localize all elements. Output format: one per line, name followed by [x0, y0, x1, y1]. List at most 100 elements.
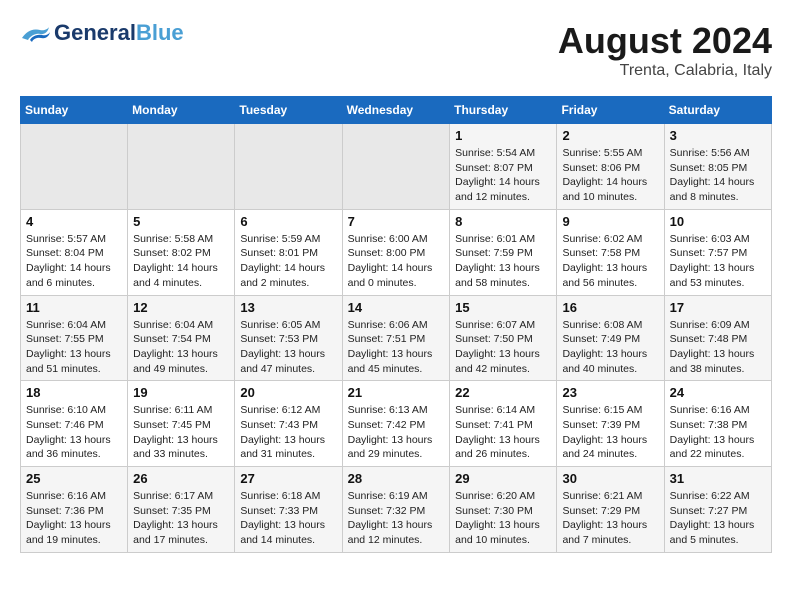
day-info: Sunrise: 6:22 AM Sunset: 7:27 PM Dayligh… [670, 489, 766, 548]
calendar-week-1: 1 Sunrise: 5:54 AM Sunset: 8:07 PM Daylig… [21, 124, 772, 210]
day-info: Sunrise: 5:54 AM Sunset: 8:07 PM Dayligh… [455, 146, 551, 205]
day-number: 13 [240, 300, 336, 315]
weekday-header-row: Sunday Monday Tuesday Wednesday Thursday… [21, 97, 772, 124]
table-row: 9 Sunrise: 6:02 AM Sunset: 7:58 PM Daylig… [557, 209, 664, 295]
calendar-week-2: 4 Sunrise: 5:57 AM Sunset: 8:04 PM Daylig… [21, 209, 772, 295]
table-row: 26Sunrise: 6:17 AM Sunset: 7:35 PM Dayli… [128, 467, 235, 553]
day-number: 31 [670, 471, 766, 486]
day-info: Sunrise: 6:03 AM Sunset: 7:57 PM Dayligh… [670, 232, 766, 291]
table-row: 16Sunrise: 6:08 AM Sunset: 7:49 PM Dayli… [557, 295, 664, 381]
page-header: GeneralBlue August 2024 Trenta, Calabria… [20, 20, 772, 80]
day-number: 17 [670, 300, 766, 315]
day-info: Sunrise: 5:58 AM Sunset: 8:02 PM Dayligh… [133, 232, 229, 291]
logo: GeneralBlue [20, 20, 184, 46]
table-row: 4 Sunrise: 5:57 AM Sunset: 8:04 PM Daylig… [21, 209, 128, 295]
location-subtitle: Trenta, Calabria, Italy [558, 62, 772, 80]
day-number: 27 [240, 471, 336, 486]
table-row [342, 124, 450, 210]
day-info: Sunrise: 6:01 AM Sunset: 7:59 PM Dayligh… [455, 232, 551, 291]
day-number: 28 [348, 471, 445, 486]
table-row: 30 Sunrise: 6:21 AM Sunset: 7:29 PM Dayli… [557, 467, 664, 553]
day-info: Sunrise: 6:04 AM Sunset: 7:54 PM Dayligh… [133, 318, 229, 377]
table-row: 6 Sunrise: 5:59 AM Sunset: 8:01 PM Daylig… [235, 209, 342, 295]
table-row: 11Sunrise: 6:04 AM Sunset: 7:55 PM Dayli… [21, 295, 128, 381]
calendar-body: 1 Sunrise: 5:54 AM Sunset: 8:07 PM Daylig… [21, 124, 772, 553]
day-info: Sunrise: 6:07 AM Sunset: 7:50 PM Dayligh… [455, 318, 551, 377]
day-info: Sunrise: 6:21 AM Sunset: 7:29 PM Dayligh… [562, 489, 658, 548]
table-row: 20Sunrise: 6:12 AM Sunset: 7:43 PM Dayli… [235, 381, 342, 467]
table-row: 29 Sunrise: 6:20 AM Sunset: 7:30 PM Dayli… [450, 467, 557, 553]
day-info: Sunrise: 6:16 AM Sunset: 7:38 PM Dayligh… [670, 403, 766, 462]
header-saturday: Saturday [664, 97, 771, 124]
day-info: Sunrise: 6:10 AM Sunset: 7:46 PM Dayligh… [26, 403, 122, 462]
day-info: Sunrise: 6:12 AM Sunset: 7:43 PM Dayligh… [240, 403, 336, 462]
header-friday: Friday [557, 97, 664, 124]
logo-text: GeneralBlue [54, 20, 184, 46]
table-row: 21 Sunrise: 6:13 AM Sunset: 7:42 PM Dayli… [342, 381, 450, 467]
table-row: 19Sunrise: 6:11 AM Sunset: 7:45 PM Dayli… [128, 381, 235, 467]
day-number: 5 [133, 214, 229, 229]
day-info: Sunrise: 6:09 AM Sunset: 7:48 PM Dayligh… [670, 318, 766, 377]
day-number: 10 [670, 214, 766, 229]
table-row: 25 Sunrise: 6:16 AM Sunset: 7:36 PM Dayli… [21, 467, 128, 553]
header-tuesday: Tuesday [235, 97, 342, 124]
table-row [21, 124, 128, 210]
day-info: Sunrise: 6:13 AM Sunset: 7:42 PM Dayligh… [348, 403, 445, 462]
day-info: Sunrise: 6:05 AM Sunset: 7:53 PM Dayligh… [240, 318, 336, 377]
table-row: 1 Sunrise: 5:54 AM Sunset: 8:07 PM Daylig… [450, 124, 557, 210]
header-wednesday: Wednesday [342, 97, 450, 124]
table-row: 27Sunrise: 6:18 AM Sunset: 7:33 PM Dayli… [235, 467, 342, 553]
day-number: 22 [455, 385, 551, 400]
table-row: 12 Sunrise: 6:04 AM Sunset: 7:54 PM Dayli… [128, 295, 235, 381]
calendar-week-5: 25 Sunrise: 6:16 AM Sunset: 7:36 PM Dayli… [21, 467, 772, 553]
day-info: Sunrise: 6:14 AM Sunset: 7:41 PM Dayligh… [455, 403, 551, 462]
day-number: 7 [348, 214, 445, 229]
day-number: 9 [562, 214, 658, 229]
day-number: 23 [562, 385, 658, 400]
table-row [235, 124, 342, 210]
day-number: 30 [562, 471, 658, 486]
header-thursday: Thursday [450, 97, 557, 124]
day-number: 1 [455, 128, 551, 143]
table-row: 5 Sunrise: 5:58 AM Sunset: 8:02 PM Daylig… [128, 209, 235, 295]
calendar-week-4: 18 Sunrise: 6:10 AM Sunset: 7:46 PM Dayli… [21, 381, 772, 467]
day-number: 3 [670, 128, 766, 143]
day-number: 6 [240, 214, 336, 229]
day-info: Sunrise: 6:00 AM Sunset: 8:00 PM Dayligh… [348, 232, 445, 291]
day-number: 29 [455, 471, 551, 486]
table-row: 31 Sunrise: 6:22 AM Sunset: 7:27 PM Dayli… [664, 467, 771, 553]
table-row: 28 Sunrise: 6:19 AM Sunset: 7:32 PM Dayli… [342, 467, 450, 553]
day-info: Sunrise: 6:15 AM Sunset: 7:39 PM Dayligh… [562, 403, 658, 462]
title-block: August 2024 Trenta, Calabria, Italy [558, 20, 772, 80]
calendar-header: Sunday Monday Tuesday Wednesday Thursday… [21, 97, 772, 124]
day-number: 21 [348, 385, 445, 400]
day-info: Sunrise: 6:16 AM Sunset: 7:36 PM Dayligh… [26, 489, 122, 548]
day-info: Sunrise: 6:19 AM Sunset: 7:32 PM Dayligh… [348, 489, 445, 548]
table-row: 2Sunrise: 5:55 AM Sunset: 8:06 PM Daylig… [557, 124, 664, 210]
day-number: 16 [562, 300, 658, 315]
table-row: 22 Sunrise: 6:14 AM Sunset: 7:41 PM Dayli… [450, 381, 557, 467]
table-row: 3 Sunrise: 5:56 AM Sunset: 8:05 PM Daylig… [664, 124, 771, 210]
table-row: 24 Sunrise: 6:16 AM Sunset: 7:38 PM Dayli… [664, 381, 771, 467]
day-number: 24 [670, 385, 766, 400]
day-number: 18 [26, 385, 122, 400]
table-row: 13 Sunrise: 6:05 AM Sunset: 7:53 PM Dayli… [235, 295, 342, 381]
day-number: 12 [133, 300, 229, 315]
day-number: 26 [133, 471, 229, 486]
day-info: Sunrise: 5:59 AM Sunset: 8:01 PM Dayligh… [240, 232, 336, 291]
day-info: Sunrise: 6:06 AM Sunset: 7:51 PM Dayligh… [348, 318, 445, 377]
day-info: Sunrise: 5:57 AM Sunset: 8:04 PM Dayligh… [26, 232, 122, 291]
day-number: 4 [26, 214, 122, 229]
table-row: 8 Sunrise: 6:01 AM Sunset: 7:59 PM Daylig… [450, 209, 557, 295]
day-info: Sunrise: 6:04 AM Sunset: 7:55 PM Dayligh… [26, 318, 122, 377]
table-row: 18 Sunrise: 6:10 AM Sunset: 7:46 PM Dayli… [21, 381, 128, 467]
day-info: Sunrise: 6:20 AM Sunset: 7:30 PM Dayligh… [455, 489, 551, 548]
day-info: Sunrise: 6:02 AM Sunset: 7:58 PM Dayligh… [562, 232, 658, 291]
day-number: 8 [455, 214, 551, 229]
table-row: 14Sunrise: 6:06 AM Sunset: 7:51 PM Dayli… [342, 295, 450, 381]
day-number: 19 [133, 385, 229, 400]
day-number: 25 [26, 471, 122, 486]
table-row: 23 Sunrise: 6:15 AM Sunset: 7:39 PM Dayli… [557, 381, 664, 467]
day-info: Sunrise: 5:55 AM Sunset: 8:06 PM Dayligh… [562, 146, 658, 205]
day-info: Sunrise: 5:56 AM Sunset: 8:05 PM Dayligh… [670, 146, 766, 205]
